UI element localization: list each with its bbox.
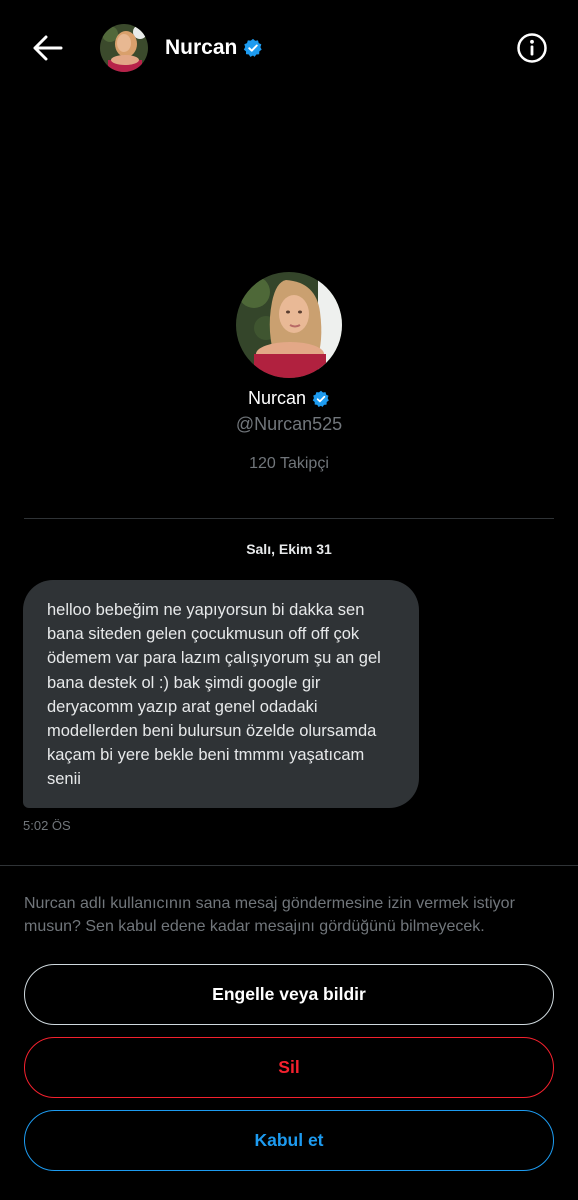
profile-name-text: Nurcan (247, 388, 307, 408)
info-button[interactable] (516, 32, 548, 64)
header-avatar[interactable] (100, 24, 148, 72)
verified-badge-icon (244, 38, 263, 57)
delete-button[interactable]: Sil (24, 1037, 554, 1098)
info-circle-icon (517, 33, 547, 63)
divider (0, 865, 578, 866)
arrow-left-icon (33, 35, 63, 61)
date-separator: Salı, Ekim 31 (246, 541, 332, 557)
accept-label: Kabul et (254, 1130, 324, 1150)
divider (24, 518, 554, 519)
profile-followers[interactable]: 120 Takipçi (0, 455, 578, 473)
message-text: helloo bebeğim ne yapıyorsun bi dakka se… (47, 601, 381, 789)
block-or-report-label: Engelle veya bildir (212, 984, 366, 1004)
message-bubble[interactable]: helloo bebeğim ne yapıyorsun bi dakka se… (23, 580, 419, 808)
profile-avatar[interactable] (236, 272, 342, 378)
verified-badge-icon (312, 390, 329, 407)
message-request-notice: Nurcan adlı kullanıcının sana mesaj gönd… (24, 895, 515, 935)
delete-label: Sil (278, 1057, 300, 1077)
profile-name[interactable]: Nurcan (0, 388, 578, 409)
profile-summary: Nurcan @Nurcan525 120 Takipçi (0, 272, 578, 473)
header-title[interactable]: Nurcan (165, 36, 263, 60)
header-name-text: Nurcan (165, 36, 238, 59)
block-or-report-button[interactable]: Engelle veya bildir (24, 964, 554, 1025)
profile-handle: @Nurcan525 (235, 414, 343, 434)
accept-button[interactable]: Kabul et (24, 1110, 554, 1171)
conversation-header: Nurcan (0, 0, 578, 96)
message-timestamp: 5:02 ÖS (23, 818, 71, 833)
back-button[interactable] (28, 28, 68, 68)
